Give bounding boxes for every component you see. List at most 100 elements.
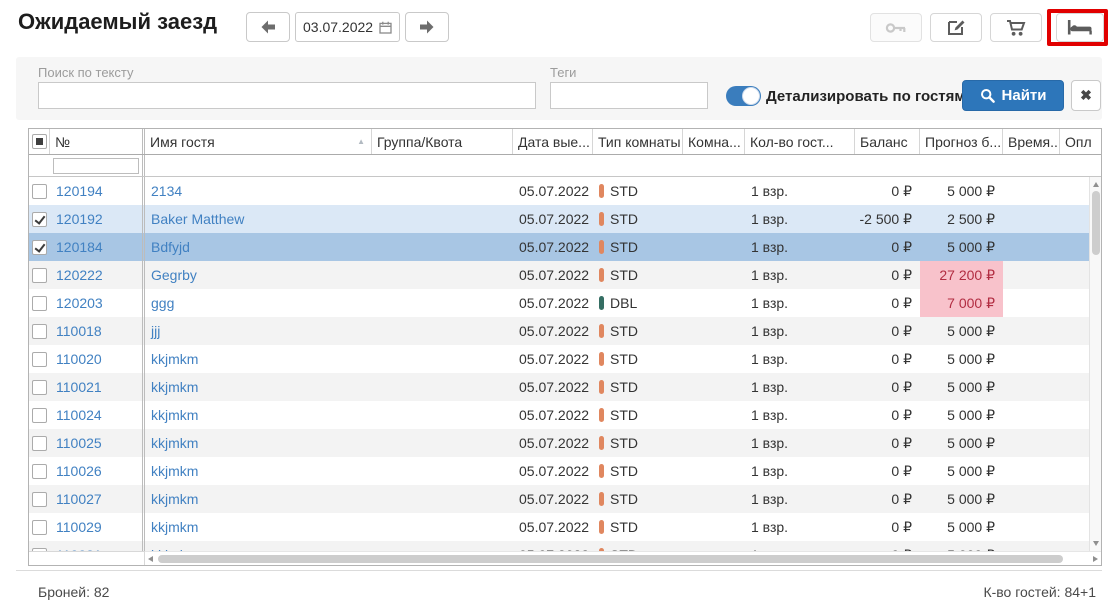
find-button[interactable]: Найти <box>962 80 1064 111</box>
scroll-down-icon[interactable] <box>1093 541 1099 546</box>
table-row[interactable]: 110020kkjmkm05.07.2022STD1 взр.0 ₽5 000 … <box>29 345 1101 373</box>
table-row[interactable]: 120192Baker Matthew05.07.2022STD1 взр.-2… <box>29 205 1101 233</box>
row-checkbox[interactable] <box>32 380 47 395</box>
guest-name-link[interactable]: Gegrby <box>151 267 197 283</box>
prev-day-button[interactable] <box>246 12 290 42</box>
column-header-paid[interactable]: Опл <box>1060 129 1101 154</box>
table-row[interactable]: 120222Gegrby05.07.2022STD1 взр.0 ₽27 200… <box>29 261 1101 289</box>
table-row[interactable]: 110025kkjmkm05.07.2022STD1 взр.0 ₽5 000 … <box>29 429 1101 457</box>
column-header-forecast[interactable]: Прогноз б... <box>920 129 1003 154</box>
column-header-id[interactable]: № <box>50 129 145 154</box>
table-row[interactable]: 110026kkjmkm05.07.2022STD1 взр.0 ₽5 000 … <box>29 457 1101 485</box>
booking-id-link[interactable]: 110024 <box>56 407 102 423</box>
horizontal-scrollbar[interactable] <box>145 551 1101 565</box>
booking-id-link[interactable]: 110027 <box>56 491 102 507</box>
guest-name-link[interactable]: Bdfyjd <box>151 239 190 255</box>
clear-search-button[interactable]: ✖ <box>1071 80 1101 111</box>
guest-name-link[interactable]: kkjmkm <box>151 379 198 395</box>
booking-id-link[interactable]: 120203 <box>56 295 103 311</box>
vertical-scrollbar[interactable] <box>1089 177 1101 551</box>
guest-name-cell: kkjmkm <box>145 373 372 401</box>
row-checkbox[interactable] <box>32 324 47 339</box>
column-header-balance[interactable]: Баланс <box>855 129 920 154</box>
guest-name-link[interactable]: ggg <box>151 295 174 311</box>
scroll-up-icon[interactable] <box>1093 182 1099 187</box>
date-input[interactable]: 03.07.2022 <box>295 12 400 42</box>
guest-name-link[interactable]: kkjmkm <box>151 351 198 367</box>
scroll-right-icon[interactable] <box>1093 556 1098 562</box>
row-checkbox[interactable] <box>32 408 47 423</box>
booking-id-link[interactable]: 120184 <box>56 239 103 255</box>
room-type-cell: STD <box>593 177 683 205</box>
select-all-checkbox[interactable] <box>32 134 47 149</box>
guest-name-link[interactable]: 2134 <box>151 183 182 199</box>
booking-id-link[interactable]: 110020 <box>56 351 102 367</box>
booking-id-link[interactable]: 110021 <box>56 379 102 395</box>
table-row[interactable]: 110031kkjmkm05.07.2022STD1 взр.0 ₽5 000 … <box>29 541 1101 551</box>
row-checkbox[interactable] <box>32 240 47 255</box>
table-row[interactable]: 110018jjj05.07.2022STD1 взр.0 ₽5 000 ₽ <box>29 317 1101 345</box>
edit-button[interactable] <box>930 13 982 42</box>
row-checkbox[interactable] <box>32 212 47 227</box>
table-row[interactable]: 120203ggg05.07.2022DBL1 взр.0 ₽7 000 ₽ <box>29 289 1101 317</box>
booking-id-link[interactable]: 120192 <box>56 211 103 227</box>
table-row[interactable]: 110024kkjmkm05.07.2022STD1 взр.0 ₽5 000 … <box>29 401 1101 429</box>
row-checkbox[interactable] <box>32 268 47 283</box>
checkout-date-cell: 05.07.2022 <box>513 513 593 541</box>
column-header-time[interactable]: Время... <box>1003 129 1060 154</box>
column-header-guest-name[interactable]: Имя гостя▲ <box>145 129 372 154</box>
booking-id-link[interactable]: 110026 <box>56 463 102 479</box>
table-row[interactable]: 110027kkjmkm05.07.2022STD1 взр.0 ₽5 000 … <box>29 485 1101 513</box>
guest-name-link[interactable]: jjj <box>151 323 160 339</box>
guest-count-cell: 1 взр. <box>745 373 855 401</box>
guest-name-link[interactable]: kkjmkm <box>151 491 198 507</box>
row-checkbox[interactable] <box>32 296 47 311</box>
horizontal-scrollbar-thumb[interactable] <box>158 555 1063 563</box>
row-checkbox[interactable] <box>32 520 47 535</box>
column-header-room-type[interactable]: Тип комнаты <box>593 129 683 154</box>
guest-name-link[interactable]: kkjmkm <box>151 407 198 423</box>
tags-input[interactable] <box>550 82 708 109</box>
next-day-button[interactable] <box>405 12 449 42</box>
booking-id-link[interactable]: 110025 <box>56 435 102 451</box>
column-header-guest-count[interactable]: Кол-во гост... <box>745 129 855 154</box>
cart-icon <box>1006 19 1026 37</box>
guest-name-link[interactable]: Baker Matthew <box>151 211 244 227</box>
room-type-label: STD <box>610 323 638 339</box>
booking-id-link[interactable]: 110018 <box>56 323 102 339</box>
cart-button[interactable] <box>990 13 1042 42</box>
guest-name-cell: kkjmkm <box>145 541 372 551</box>
row-checkbox[interactable] <box>32 352 47 367</box>
booking-id-link[interactable]: 120222 <box>56 267 103 283</box>
guest-name-cell: kkjmkm <box>145 513 372 541</box>
guest-name-link[interactable]: kkjmkm <box>151 435 198 451</box>
column-header-group[interactable]: Группа/Квота <box>372 129 513 154</box>
table-row[interactable]: 120194213405.07.2022STD1 взр.0 ₽5 000 ₽ <box>29 177 1101 205</box>
column-header-room[interactable]: Комна... <box>683 129 745 154</box>
detail-by-guests-toggle[interactable] <box>726 86 761 106</box>
table-row[interactable]: 120184Bdfyjd05.07.2022STD1 взр.0 ₽5 000 … <box>29 233 1101 261</box>
scroll-left-icon[interactable] <box>148 556 153 562</box>
forecast-cell: 5 000 ₽ <box>920 177 1003 205</box>
table-row[interactable]: 110029kkjmkm05.07.2022STD1 взр.0 ₽5 000 … <box>29 513 1101 541</box>
id-filter-input[interactable] <box>53 158 139 174</box>
vertical-scrollbar-thumb[interactable] <box>1092 191 1100 255</box>
search-text-input[interactable] <box>38 82 536 109</box>
select-all-cell <box>29 129 50 154</box>
key-button[interactable] <box>870 13 922 42</box>
row-checkbox[interactable] <box>32 184 47 199</box>
guest-name-link[interactable]: kkjmkm <box>151 463 198 479</box>
booking-id-cell: 110029 <box>50 513 145 541</box>
booking-id-link[interactable]: 120194 <box>56 183 103 199</box>
table-row[interactable]: 110021kkjmkm05.07.2022STD1 взр.0 ₽5 000 … <box>29 373 1101 401</box>
column-header-checkout-date[interactable]: Дата вые... <box>513 129 593 154</box>
group-cell <box>372 205 513 233</box>
row-checkbox[interactable] <box>32 464 47 479</box>
row-checkbox-cell <box>29 429 50 457</box>
row-checkbox[interactable] <box>32 436 47 451</box>
row-checkbox[interactable] <box>32 492 47 507</box>
guest-name-link[interactable]: kkjmkm <box>151 519 198 535</box>
checkin-bed-button[interactable] <box>1056 13 1104 42</box>
guest-count-cell: 1 взр. <box>745 317 855 345</box>
booking-id-link[interactable]: 110029 <box>56 519 102 535</box>
